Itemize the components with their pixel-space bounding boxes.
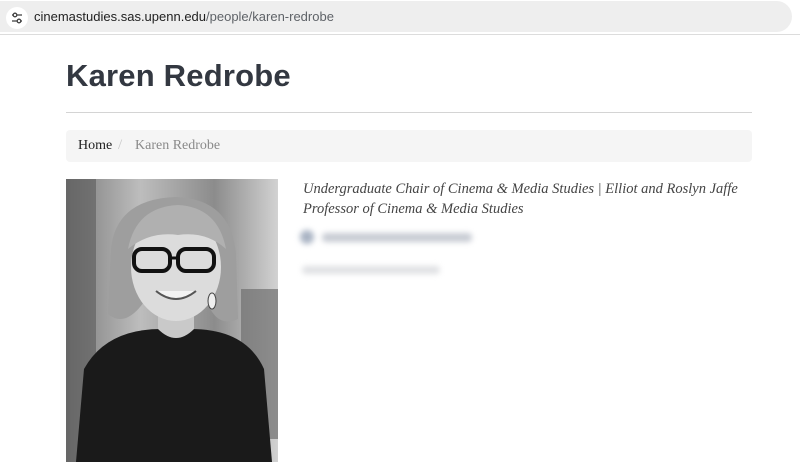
job-title-line-2: Professor of Cinema & Media Studies — [303, 201, 524, 217]
title-divider — [66, 112, 752, 113]
redacted-email-text — [322, 233, 472, 242]
url-host: cinemastudies.sas.upenn.edu — [34, 9, 207, 24]
url-text[interactable]: cinemastudies.sas.upenn.edu/people/karen… — [34, 9, 334, 25]
breadcrumb-separator: / — [118, 137, 123, 153]
redacted-email — [300, 230, 480, 246]
profile-photo — [66, 179, 278, 462]
redacted-contact-line — [302, 266, 440, 274]
page-title: Karen Redrobe — [66, 58, 291, 93]
site-info-icon[interactable] — [6, 7, 28, 29]
job-title-line-1: Undergraduate Chair of Cinema & Media St… — [303, 181, 738, 197]
breadcrumb-home-link[interactable]: Home — [78, 138, 112, 154]
profile-job-title: Undergraduate Chair of Cinema & Media St… — [303, 179, 743, 219]
email-icon — [300, 230, 314, 244]
breadcrumb: Home / Karen Redrobe — [66, 130, 752, 162]
url-path: /people/karen-redrobe — [206, 9, 334, 24]
portrait-illustration — [66, 179, 278, 462]
breadcrumb-current: Karen Redrobe — [135, 138, 221, 153]
url-field[interactable]: cinemastudies.sas.upenn.edu/people/karen… — [0, 1, 792, 32]
browser-address-bar: cinemastudies.sas.upenn.edu/people/karen… — [0, 0, 800, 35]
